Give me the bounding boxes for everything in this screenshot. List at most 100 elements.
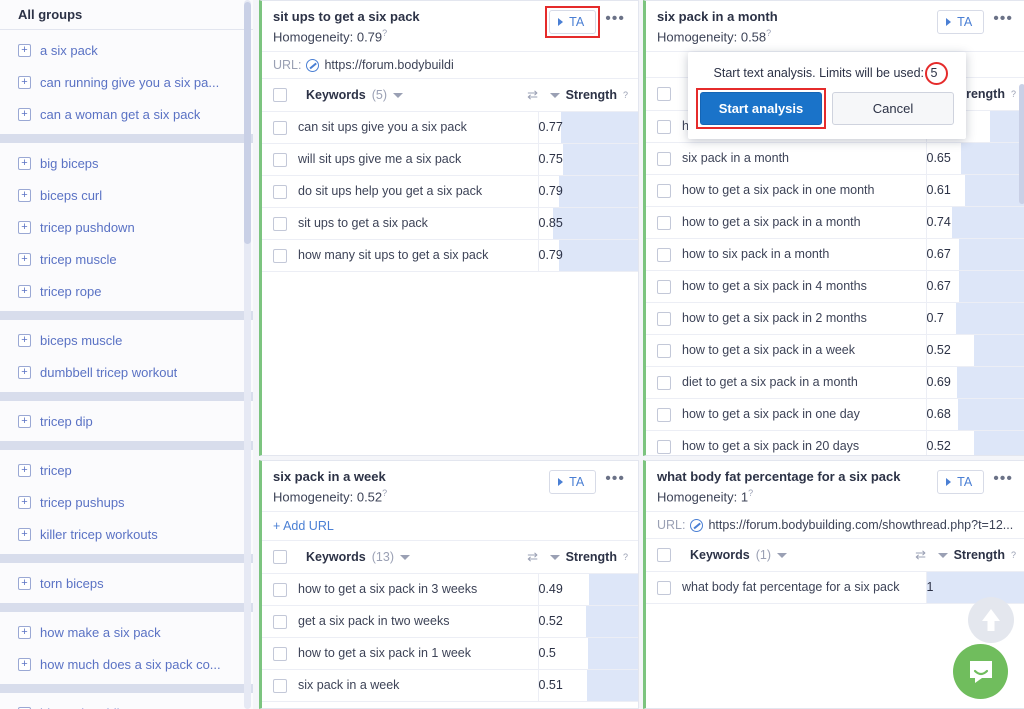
card-more-menu-icon[interactable]: ••• (602, 471, 628, 491)
row-checkbox[interactable] (657, 279, 671, 294)
keywords-table-scroll[interactable]: Keywords (5) ⇄ Strength? can sit ups give yo… (262, 79, 638, 455)
sidebar-scroll-area[interactable]: + a six pack + can running give you a six p… (0, 30, 253, 709)
row-checkbox[interactable] (657, 343, 671, 358)
keywords-sort-caret-icon[interactable] (399, 554, 410, 560)
sidebar-group-item[interactable]: + biceps muscle (0, 324, 253, 356)
help-icon[interactable]: ? (382, 488, 387, 498)
card-more-menu-icon[interactable]: ••• (990, 471, 1016, 491)
table-row[interactable]: how to get a six pack in 4 months 0.67 (646, 270, 1024, 303)
swap-columns-icon[interactable]: ⇄ (915, 548, 926, 561)
strength-help-icon[interactable]: ? (623, 90, 628, 100)
cancel-button[interactable]: Cancel (831, 92, 954, 125)
text-analysis-button[interactable]: TA (937, 10, 985, 34)
expand-plus-icon[interactable]: + (18, 333, 31, 347)
table-row[interactable]: sit ups to get a six pack 0.85 (262, 207, 638, 240)
card-more-menu-icon[interactable]: ••• (990, 11, 1016, 31)
row-checkbox[interactable] (657, 183, 671, 198)
row-checkbox[interactable] (273, 646, 287, 661)
row-checkbox[interactable] (657, 311, 671, 326)
sidebar-group-item[interactable]: + dumbbell tricep workout (0, 356, 253, 388)
table-row[interactable]: how to get a six pack in one day 0.68 (646, 398, 1024, 431)
sidebar-group-item[interactable]: + torn biceps (0, 567, 253, 599)
expand-plus-icon[interactable]: + (18, 576, 31, 590)
chat-launcher-button[interactable] (953, 644, 1008, 699)
sidebar-group-item[interactable]: + can a woman get a six pack (0, 98, 253, 130)
table-row[interactable]: how to get a six pack in 2 months 0.7 (646, 302, 1024, 335)
table-row[interactable]: how to six pack in a month 0.67 (646, 238, 1024, 271)
keywords-sort-caret-icon[interactable] (393, 92, 404, 98)
sidebar-group-item[interactable]: + how make a six pack (0, 616, 253, 648)
strength-sort-caret-icon[interactable] (549, 92, 560, 98)
table-row[interactable]: can sit ups give you a six pack 0.77 (262, 111, 638, 144)
select-all-checkbox[interactable] (657, 87, 671, 102)
row-checkbox[interactable] (657, 215, 671, 230)
sidebar-group-item[interactable]: + killer tricep workouts (0, 518, 253, 550)
expand-plus-icon[interactable]: + (18, 495, 31, 509)
table-row[interactable]: do sit ups help you get a six pack 0.79 (262, 175, 638, 208)
sidebar-group-item[interactable]: + can running give you a six pa... (0, 66, 253, 98)
table-row[interactable]: six pack in a month 0.65 (646, 142, 1024, 175)
expand-plus-icon[interactable]: + (18, 625, 31, 639)
table-row[interactable]: how to get a six pack in 1 week 0.5 (262, 637, 638, 670)
strength-sort-caret-icon[interactable] (937, 552, 948, 558)
expand-plus-icon[interactable]: + (18, 188, 31, 202)
table-row[interactable]: how to get a six pack in a month 0.74 (646, 206, 1024, 239)
strength-help-icon[interactable]: ? (1011, 89, 1016, 99)
expand-plus-icon[interactable]: + (18, 252, 31, 266)
row-checkbox[interactable] (273, 248, 287, 263)
table-row[interactable]: will sit ups give me a six pack 0.75 (262, 143, 638, 176)
scroll-to-top-button[interactable] (968, 597, 1014, 643)
sidebar-group-item[interactable]: + tricep dip (0, 405, 253, 437)
help-icon[interactable]: ? (766, 28, 771, 38)
row-checkbox[interactable] (657, 151, 671, 166)
sidebar-group-item[interactable]: + how much does a six pack co... (0, 648, 253, 680)
keywords-table-scroll[interactable]: Keywords (13) ⇄ Strength? how to get a six p… (262, 541, 638, 708)
row-checkbox[interactable] (273, 582, 287, 597)
table-row[interactable]: how many sit ups to get a six pack 0.79 (262, 239, 638, 272)
sidebar-group-item[interactable]: + tricep pushups (0, 486, 253, 518)
expand-plus-icon[interactable]: + (18, 107, 31, 121)
expand-plus-icon[interactable]: + (18, 414, 31, 428)
swap-columns-icon[interactable]: ⇄ (527, 550, 538, 563)
row-checkbox[interactable] (657, 439, 671, 454)
expand-plus-icon[interactable]: + (18, 75, 31, 89)
row-checkbox[interactable] (273, 152, 287, 167)
strength-help-icon[interactable]: ? (623, 552, 628, 562)
row-checkbox[interactable] (657, 375, 671, 390)
table-row[interactable]: get a six pack in two weeks 0.52 (262, 605, 638, 638)
sidebar-group-item[interactable]: + tricep pushdown (0, 211, 253, 243)
keywords-table-scrollbar[interactable] (1019, 84, 1024, 205)
strength-sort-caret-icon[interactable] (549, 554, 560, 560)
sidebar-group-item[interactable]: + tricep muscle (0, 243, 253, 275)
help-icon[interactable]: ? (382, 28, 387, 38)
row-checkbox[interactable] (273, 184, 287, 199)
sidebar-group-item[interactable]: +biceps brachii (0, 697, 253, 709)
sidebar-group-item[interactable]: + big biceps (0, 147, 253, 179)
sidebar-group-item[interactable]: + tricep rope (0, 275, 253, 307)
sidebar-group-item[interactable]: + biceps curl (0, 179, 253, 211)
strength-help-icon[interactable]: ? (1011, 550, 1016, 560)
start-analysis-button[interactable]: Start analysis (700, 92, 822, 125)
expand-plus-icon[interactable]: + (18, 156, 31, 170)
keywords-sort-caret-icon[interactable] (777, 552, 788, 558)
text-analysis-button[interactable]: TA (549, 10, 597, 34)
text-analysis-button[interactable]: TA (549, 470, 597, 494)
swap-columns-icon[interactable]: ⇄ (527, 88, 538, 101)
expand-plus-icon[interactable]: + (18, 220, 31, 234)
select-all-checkbox[interactable] (273, 550, 287, 565)
select-all-checkbox[interactable] (273, 88, 287, 103)
row-checkbox[interactable] (273, 216, 287, 231)
sidebar-scrollbar-thumb[interactable] (244, 2, 251, 244)
table-row[interactable]: how to get a six pack in one month 0.61 (646, 174, 1024, 207)
table-row[interactable]: how to get a six pack in 20 days 0.52 (646, 430, 1024, 455)
table-row[interactable]: how to get a six pack in a week 0.52 (646, 334, 1024, 367)
expand-plus-icon[interactable]: + (18, 365, 31, 379)
row-checkbox[interactable] (273, 120, 287, 135)
table-row[interactable]: how to get a six pack in 3 weeks 0.49 (262, 573, 638, 606)
sidebar-group-item[interactable]: + a six pack (0, 34, 253, 66)
expand-plus-icon[interactable]: + (18, 527, 31, 541)
sidebar-group-item[interactable]: + tricep (0, 454, 253, 486)
select-all-checkbox[interactable] (657, 548, 671, 563)
text-analysis-button[interactable]: TA (937, 470, 985, 494)
table-row[interactable]: diet to get a six pack in a month 0.69 (646, 366, 1024, 399)
